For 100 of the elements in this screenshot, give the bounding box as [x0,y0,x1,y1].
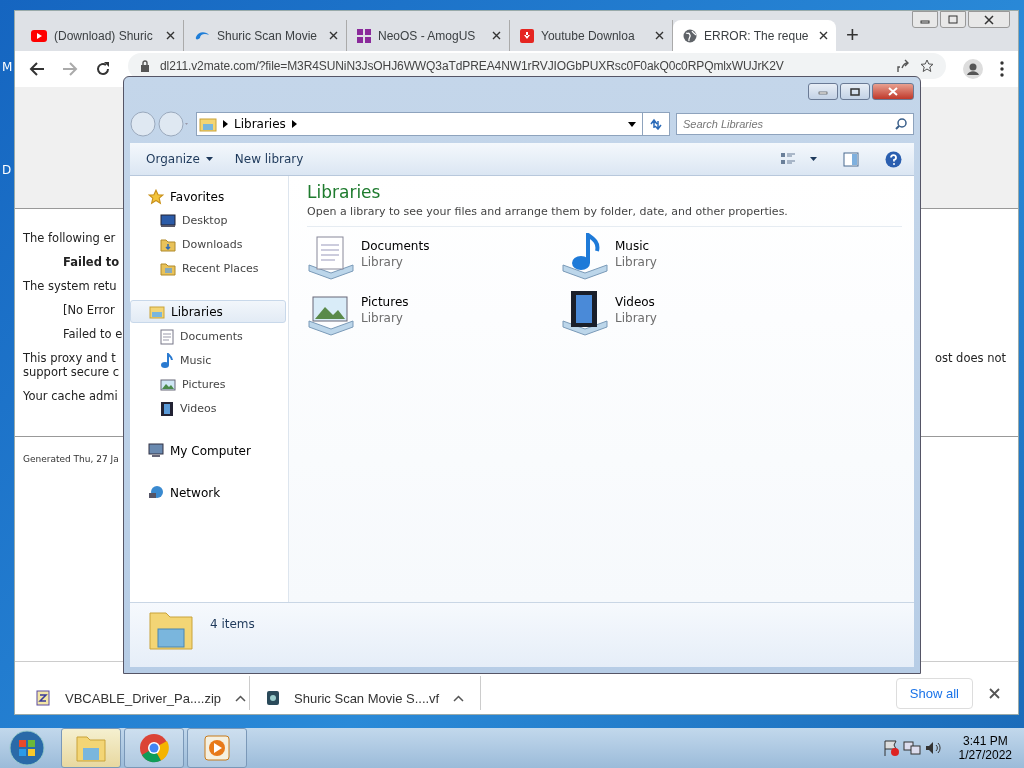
media-player-icon [202,734,232,762]
close-icon[interactable] [329,31,338,40]
menu-icon[interactable] [1000,61,1004,77]
browser-tab[interactable]: ERROR: The reque [673,20,836,51]
view-icon[interactable] [780,152,796,166]
globe-icon [683,28,697,43]
taskbar-app[interactable] [61,728,121,768]
tab-title: ERROR: The reque [704,28,810,43]
library-item[interactable]: Documents Library [307,233,561,281]
swirl-icon [194,29,210,42]
share-icon[interactable] [896,59,910,73]
search-field[interactable]: Search Libraries [676,113,914,135]
tab-title: Youtube Downloa [541,28,636,43]
library-name: Pictures [361,295,409,309]
nav-item[interactable]: Music [130,350,288,371]
nav-item[interactable]: Favorites [130,186,288,207]
chrome-icon [139,733,169,763]
nav-item[interactable]: Desktop [130,210,288,231]
chevron-icon [453,694,465,702]
new-tab-button[interactable]: + [846,22,859,48]
clock[interactable]: 3:41 PM 1/27/2022 [958,734,1012,762]
network-icon[interactable] [902,739,921,757]
nav-item[interactable]: My Computer [130,440,288,461]
libraries-icon [149,304,165,319]
document-icon [160,328,174,345]
download-item[interactable]: VBCABLE_Driver_Pa....zip [35,686,247,710]
page-text: support secure c [23,365,119,379]
desktop-label: M [2,60,13,74]
page-text: The system retu [23,279,117,293]
search-icon [895,118,907,130]
desktop-icon [160,213,176,228]
organize-button[interactable]: Organize [142,148,217,170]
dropdown-icon[interactable] [628,121,636,127]
minimize-button[interactable] [808,83,838,100]
flag-icon[interactable] [881,739,900,757]
refresh-icon[interactable] [649,118,663,130]
archive-icon [35,690,51,706]
library-name: Documents [361,239,430,253]
caret-icon [205,157,213,161]
close-icon[interactable] [655,31,664,40]
chevron-icon [235,694,247,702]
maximize-button[interactable] [840,83,870,100]
help-icon[interactable] [885,150,902,168]
library-item[interactable]: Pictures Library [307,289,561,337]
taskbar-app[interactable] [124,728,184,768]
close-button[interactable] [872,83,914,100]
close-icon[interactable] [492,31,501,40]
computer-icon [148,443,164,458]
library-item[interactable]: Videos Library [561,289,815,337]
nav-item[interactable]: Videos [130,398,288,419]
reload-icon[interactable] [95,61,111,77]
close-button[interactable] [968,11,1010,28]
page-text: Your cache admi [23,389,118,403]
new-library-button[interactable]: New library [230,148,308,170]
library-type: Library [361,311,404,325]
videos-library-icon [561,289,609,337]
taskbar-app[interactable] [187,728,247,768]
nav-item[interactable]: Downloads [130,234,288,255]
library-type: Library [615,255,657,269]
show-all-button[interactable]: Show all [895,677,973,709]
maximize-icon [948,15,958,24]
library-type: Library [361,255,404,269]
libraries-icon [199,116,217,132]
close-icon [984,14,994,25]
nav-item[interactable]: Pictures [130,374,288,395]
page-footer: Generated Thu, 27 Ja [23,454,119,464]
library-name: Videos [615,295,656,309]
nav-item[interactable]: Network [130,482,288,503]
chevron-icon [291,120,297,128]
lock-icon [140,60,150,72]
url-text: dl211.v2mate.com/?file=M3R4SUNiN3JsOHJ6WWQ3aTdPREA4NW1rRVJIOGbPUXRsc0F0akQ0c0RPQmlxWUJrK2V [160,59,784,73]
nav-item[interactable]: Documents [130,326,288,347]
chevron-icon [223,120,228,128]
page-text: Failed to e [62,327,123,341]
folder-icon [160,261,176,276]
address-bar[interactable]: Libraries [196,112,670,136]
file-icon [266,690,280,706]
nav-item[interactable]: Libraries [130,300,286,323]
folder-icon [160,237,176,252]
library-item[interactable]: Music Library [561,233,815,281]
back-icon[interactable] [29,61,45,77]
libraries-heading: Libraries [307,182,382,202]
close-icon[interactable] [819,31,828,40]
page-text: Failed to [62,255,120,269]
download-item[interactable]: Shuric Scan Movie S....vf [266,686,465,710]
address-bar[interactable]: dl211.v2mate.com/?file=M3R4SUNiN3JsOHJ6WWQ3aTdPREA4NW1rRVJIOGbPUXRsc0F0akQ0c0RPQmlxWUJrK2V [128,53,946,79]
close-icon[interactable] [166,31,175,40]
profile-icon[interactable] [963,59,983,79]
download-icon [520,28,534,43]
maximize-button[interactable] [940,11,966,28]
caret-icon[interactable] [810,157,817,161]
close-icon[interactable] [989,687,1000,699]
star-icon[interactable] [920,59,934,73]
minimize-button[interactable] [912,11,938,28]
nav-item[interactable]: Recent Places [130,258,288,279]
page-text: ost does not [934,351,1006,367]
breadcrumb-item[interactable]: Libraries [234,117,286,131]
windows-icon [357,28,371,43]
music-note-icon [160,352,174,369]
start-button[interactable] [8,729,46,767]
